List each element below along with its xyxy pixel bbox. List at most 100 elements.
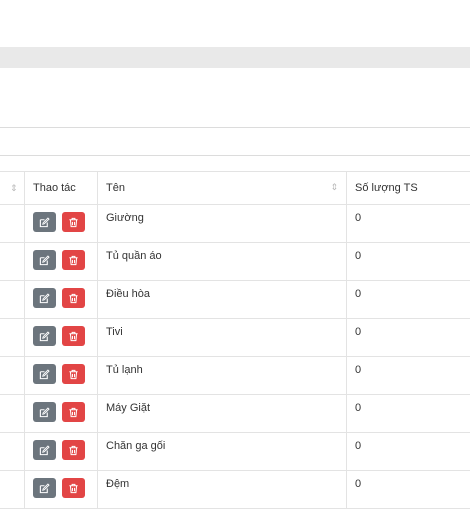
delete-button[interactable] bbox=[62, 288, 86, 308]
row-name-cell: Tủ lạnh bbox=[97, 356, 347, 395]
row-quantity-cell: 0 bbox=[346, 432, 470, 471]
row-quantity-cell: 0 bbox=[346, 394, 470, 433]
sort-icon[interactable]: ⇕ bbox=[10, 183, 18, 193]
row-name-cell: Chăn ga gối bbox=[97, 432, 347, 471]
divider-top bbox=[0, 127, 470, 128]
row-quantity-cell: 0 bbox=[346, 470, 470, 509]
asset-quantity: 0 bbox=[355, 212, 362, 224]
row-name-cell: Giường bbox=[97, 204, 347, 243]
edit-button[interactable] bbox=[33, 212, 56, 232]
row-quantity-cell: 0 bbox=[346, 280, 470, 319]
edit-icon bbox=[39, 483, 50, 494]
edit-icon bbox=[39, 331, 50, 342]
row-leading-cell bbox=[0, 242, 25, 281]
asset-quantity: 0 bbox=[355, 440, 362, 452]
row-name-cell: Máy Giặt bbox=[97, 394, 347, 433]
edit-icon bbox=[39, 369, 50, 380]
row-leading-cell bbox=[0, 204, 25, 243]
table-row: Tivi 0 bbox=[0, 318, 470, 357]
table-row: Tủ lạnh 0 bbox=[0, 356, 470, 395]
delete-button[interactable] bbox=[62, 364, 86, 384]
name-column-header[interactable]: Tên ⇕ bbox=[97, 171, 347, 205]
row-quantity-cell: 0 bbox=[346, 242, 470, 281]
name-column-label: Tên bbox=[106, 182, 125, 194]
edit-button[interactable] bbox=[33, 364, 56, 384]
delete-button[interactable] bbox=[62, 478, 86, 498]
row-leading-cell bbox=[0, 432, 25, 471]
row-leading-cell bbox=[0, 394, 25, 433]
asset-name: Máy Giặt bbox=[106, 402, 151, 414]
asset-name: Giường bbox=[106, 212, 144, 224]
asset-quantity: 0 bbox=[355, 364, 362, 376]
row-quantity-cell: 0 bbox=[346, 204, 470, 243]
asset-quantity: 0 bbox=[355, 288, 362, 300]
actions-column-header: Thao tác bbox=[24, 171, 98, 205]
row-quantity-cell: 0 bbox=[346, 356, 470, 395]
asset-name: Chăn ga gối bbox=[106, 440, 166, 452]
edit-button[interactable] bbox=[33, 326, 56, 346]
trash-icon bbox=[69, 483, 78, 494]
row-actions-cell bbox=[24, 280, 98, 319]
row-actions-cell bbox=[24, 356, 98, 395]
delete-button[interactable] bbox=[62, 250, 86, 270]
asset-name: Tủ quần áo bbox=[106, 250, 162, 262]
asset-quantity: 0 bbox=[355, 326, 362, 338]
sort-icon[interactable]: ⇕ bbox=[330, 183, 338, 192]
row-name-cell: Tivi bbox=[97, 318, 347, 357]
delete-button[interactable] bbox=[62, 402, 86, 422]
row-leading-cell bbox=[0, 470, 25, 509]
edit-button[interactable] bbox=[33, 440, 56, 460]
row-name-cell: Đệm bbox=[97, 470, 347, 509]
assets-table: ⇕ Thao tác Tên ⇕ Số lượng TS Giường 0 Tủ… bbox=[0, 171, 470, 509]
table-row: Tủ quần áo 0 bbox=[0, 242, 470, 281]
trash-icon bbox=[69, 255, 78, 266]
divider-filter bbox=[0, 155, 470, 156]
trash-icon bbox=[69, 331, 78, 342]
delete-button[interactable] bbox=[62, 440, 86, 460]
row-actions-cell bbox=[24, 204, 98, 243]
edit-button[interactable] bbox=[33, 478, 56, 498]
delete-button[interactable] bbox=[62, 326, 86, 346]
row-leading-cell bbox=[0, 318, 25, 357]
asset-name: Đệm bbox=[106, 478, 130, 490]
asset-name: Điều hòa bbox=[106, 288, 151, 300]
asset-name: Tủ lạnh bbox=[106, 364, 143, 376]
row-leading-cell bbox=[0, 356, 25, 395]
asset-quantity: 0 bbox=[355, 478, 362, 490]
asset-quantity: 0 bbox=[355, 402, 362, 414]
quantity-column-header[interactable]: Số lượng TS bbox=[346, 171, 470, 205]
asset-name: Tivi bbox=[106, 326, 123, 338]
row-actions-cell bbox=[24, 242, 98, 281]
row-actions-cell bbox=[24, 470, 98, 509]
edit-button[interactable] bbox=[33, 250, 56, 270]
edit-icon bbox=[39, 217, 50, 228]
row-actions-cell bbox=[24, 432, 98, 471]
row-actions-cell bbox=[24, 394, 98, 433]
table-header-row: ⇕ Thao tác Tên ⇕ Số lượng TS bbox=[0, 171, 470, 205]
trash-icon bbox=[69, 369, 78, 380]
table-row: Điều hòa 0 bbox=[0, 280, 470, 319]
trash-icon bbox=[69, 293, 78, 304]
table-row: Giường 0 bbox=[0, 204, 470, 243]
delete-button[interactable] bbox=[62, 212, 86, 232]
table-row: Chăn ga gối 0 bbox=[0, 432, 470, 471]
sort-column-header[interactable]: ⇕ bbox=[0, 171, 25, 205]
row-quantity-cell: 0 bbox=[346, 318, 470, 357]
edit-button[interactable] bbox=[33, 402, 56, 422]
edit-button[interactable] bbox=[33, 288, 56, 308]
trash-icon bbox=[69, 217, 78, 228]
edit-icon bbox=[39, 255, 50, 266]
edit-icon bbox=[39, 445, 50, 456]
trash-icon bbox=[69, 407, 78, 418]
table-row: Đệm 0 bbox=[0, 470, 470, 509]
toolbar-band bbox=[0, 47, 470, 68]
edit-icon bbox=[39, 407, 50, 418]
quantity-column-label: Số lượng TS bbox=[355, 182, 418, 194]
edit-icon bbox=[39, 293, 50, 304]
asset-quantity: 0 bbox=[355, 250, 362, 262]
row-leading-cell bbox=[0, 280, 25, 319]
actions-column-label: Thao tác bbox=[33, 182, 76, 194]
row-actions-cell bbox=[24, 318, 98, 357]
table-row: Máy Giặt 0 bbox=[0, 394, 470, 433]
row-name-cell: Tủ quần áo bbox=[97, 242, 347, 281]
